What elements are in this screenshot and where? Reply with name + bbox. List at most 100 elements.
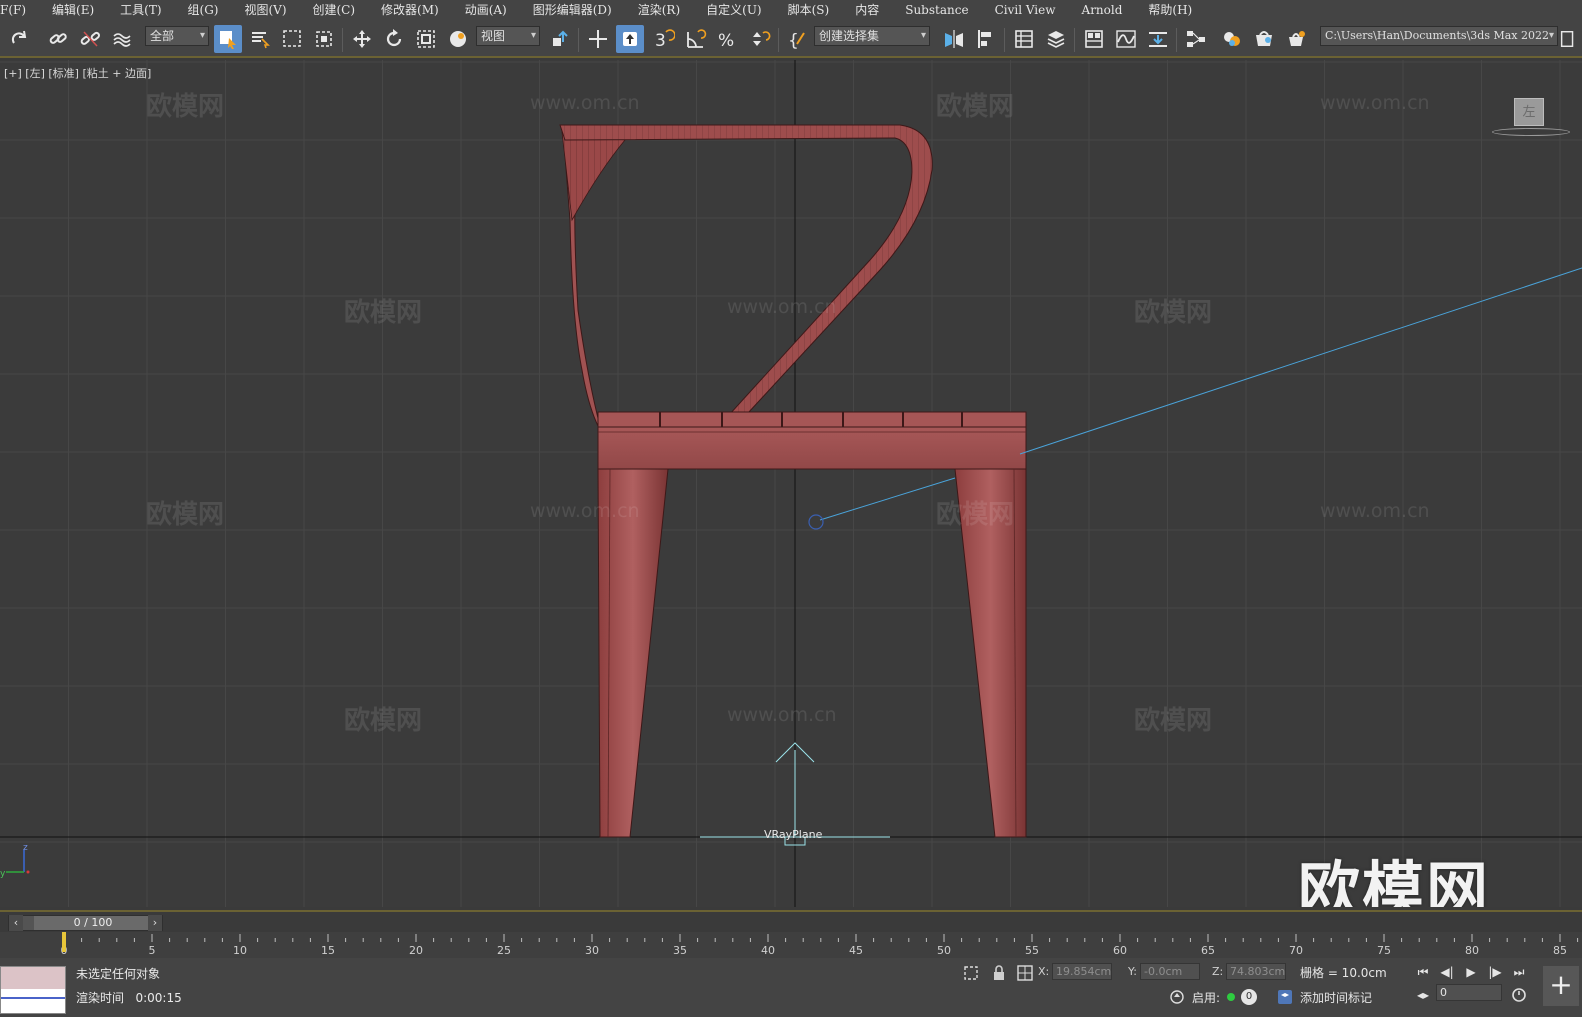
time-configuration-icon[interactable] [1510, 986, 1528, 1004]
mirror-icon[interactable] [940, 25, 968, 53]
menu-item-4[interactable]: 视图(V) [231, 0, 299, 20]
render-icon[interactable] [1282, 25, 1310, 53]
ref-coord-dropdown[interactable]: 视图 [476, 26, 540, 46]
ribbon-icon[interactable] [1080, 25, 1108, 53]
select-object-icon[interactable] [214, 25, 242, 53]
render-time-label: 渲染时间 [76, 991, 125, 1005]
select-by-name-icon[interactable] [246, 25, 274, 53]
prev-frame-arrow-icon[interactable]: ‹ [9, 915, 23, 931]
selection-set-dropdown[interactable]: 创建选择集 [814, 26, 930, 46]
viewport-scene: z y [0, 60, 1582, 907]
next-frame-arrow-icon[interactable]: › [148, 915, 162, 931]
menu-item-6[interactable]: 修改器(M) [368, 0, 452, 20]
viewcube-ring[interactable] [1492, 128, 1570, 136]
menu-item-16[interactable]: 帮助(H) [1135, 0, 1205, 20]
keyboard-shortcut-override-icon[interactable] [616, 25, 644, 53]
main-toolbar: 全部 视图 3 % { 创建选择集 C:\Users\Han\Documents… [0, 20, 1582, 58]
goto-start-icon[interactable]: ⏮ [1412, 963, 1434, 981]
menu-item-3[interactable]: 组(G) [175, 0, 232, 20]
viewport-label-menu[interactable]: [+] [左] [标准] [粘土 + 边面] [4, 65, 151, 81]
menu-item-7[interactable]: 动画(A) [452, 0, 520, 20]
window-crossing-icon[interactable] [310, 25, 338, 53]
layer-explorer-icon[interactable] [1010, 25, 1038, 53]
track-tick-label: 35 [673, 944, 687, 957]
adaptive-degradation-icon[interactable] [1168, 988, 1186, 1006]
current-frame-field[interactable]: 0 [1436, 984, 1502, 1001]
menu-item-9[interactable]: 渲染(R) [625, 0, 693, 20]
menu-item-0[interactable]: F(F) [0, 0, 39, 20]
snap-3-icon[interactable]: 3 [650, 25, 678, 53]
menu-item-12[interactable]: 内容 [842, 0, 892, 20]
svg-text:z: z [23, 843, 28, 853]
track-tick-label: 20 [409, 944, 423, 957]
status-bar: 未选定任何对象 渲染时间 0:00:15 X: 19.854cm Y: -0.0… [0, 958, 1582, 1017]
menu-item-11[interactable]: 脚本(S) [775, 0, 843, 20]
lock-icon[interactable] [990, 964, 1008, 982]
left-viewport[interactable]: z y 欧模网 www.om.cn 欧模网 www.om.cn 欧模网 www.… [0, 60, 1582, 907]
placement-icon[interactable] [444, 25, 472, 53]
rotate-icon[interactable] [380, 25, 408, 53]
current-frame-marker[interactable] [62, 932, 66, 952]
goto-end-icon[interactable]: ⏭ [1508, 963, 1530, 981]
watermark-url: www.om.cn [727, 704, 837, 726]
toggle-layers-icon[interactable] [1042, 25, 1070, 53]
key-mode-icon[interactable]: ◂▸ [1412, 986, 1434, 1004]
move-icon[interactable] [348, 25, 376, 53]
menu-item-14[interactable]: Civil View [982, 0, 1069, 20]
play-icon[interactable]: ▶ [1460, 963, 1482, 981]
dope-sheet-icon[interactable] [1144, 25, 1172, 53]
track-bar[interactable]: 0510152025303540455055606570758085 [0, 932, 1582, 958]
named-selection-icon[interactable]: { [784, 25, 812, 53]
menu-item-13[interactable]: Substance [892, 0, 981, 20]
selection-filter-dropdown[interactable]: 全部 [145, 26, 209, 46]
time-slider-track[interactable]: ‹ 0 / 100 › [8, 915, 163, 931]
track-tick-label: 80 [1465, 944, 1479, 957]
align-icon[interactable] [972, 25, 1000, 53]
project-path-dropdown[interactable]: C:\Users\Han\Documents\3ds Max 2022 [1320, 26, 1558, 46]
menu-item-2[interactable]: 工具(T) [107, 0, 174, 20]
spinner-snap-icon[interactable] [746, 25, 774, 53]
menu-item-15[interactable]: Arnold [1069, 0, 1136, 20]
light-target-handle[interactable] [808, 514, 824, 530]
track-tick-label: 10 [233, 944, 247, 957]
absolute-mode-icon[interactable] [1016, 964, 1034, 982]
viewcube-face[interactable]: 左 [1514, 98, 1544, 126]
time-tag-icon[interactable] [1276, 988, 1294, 1006]
y-coord-field[interactable]: -0.0cm [1140, 963, 1200, 980]
track-tick-label: 85 [1553, 944, 1567, 957]
add-time-tag-button[interactable]: 添加时间标记 [1300, 989, 1372, 1006]
track-tick-label: 70 [1289, 944, 1303, 957]
scale-icon[interactable] [412, 25, 440, 53]
time-slider-thumb[interactable]: 0 / 100 [34, 916, 152, 930]
chair-model[interactable] [559, 124, 1027, 838]
grid-size-status: 栅格 = 10.0cm [1300, 966, 1387, 980]
material-editor-icon[interactable] [1218, 25, 1246, 53]
project-folder-icon[interactable] [1558, 25, 1578, 53]
redo-icon[interactable] [6, 25, 34, 53]
viewcube[interactable]: 左 [1492, 98, 1570, 138]
rect-select-region-icon[interactable] [278, 25, 306, 53]
z-coord-field[interactable]: 74.803cm [1226, 963, 1286, 980]
watermark-url: www.om.cn [727, 296, 837, 318]
viewport-navigation-plus-icon[interactable]: + [1543, 966, 1579, 1006]
curve-editor-icon[interactable] [1112, 25, 1140, 53]
angle-snap-icon[interactable] [682, 25, 710, 53]
percent-snap-icon[interactable]: % [714, 25, 742, 53]
select-manipulate-icon[interactable] [584, 25, 612, 53]
menu-item-10[interactable]: 自定义(U) [693, 0, 774, 20]
menu-item-5[interactable]: 创建(C) [300, 0, 369, 20]
bind-space-warp-icon[interactable] [108, 25, 136, 53]
link-icon[interactable] [44, 25, 72, 53]
unlink-icon[interactable] [76, 25, 104, 53]
maxscript-listener-mini[interactable] [0, 966, 66, 1014]
use-pivot-icon[interactable] [546, 25, 574, 53]
menu-item-8[interactable]: 图形编辑器(D) [520, 0, 625, 20]
next-key-icon[interactable]: |▶ [1484, 963, 1506, 981]
x-coord-field[interactable]: 19.854cm [1052, 963, 1112, 980]
schematic-view-icon[interactable] [1182, 25, 1210, 53]
isolate-selection-icon[interactable] [962, 964, 980, 982]
prev-key-icon[interactable]: ◀| [1436, 963, 1458, 981]
render-setup-icon[interactable] [1250, 25, 1278, 53]
menu-item-1[interactable]: 编辑(E) [39, 0, 107, 20]
time-slider: ‹ 0 / 100 › [0, 910, 1582, 932]
